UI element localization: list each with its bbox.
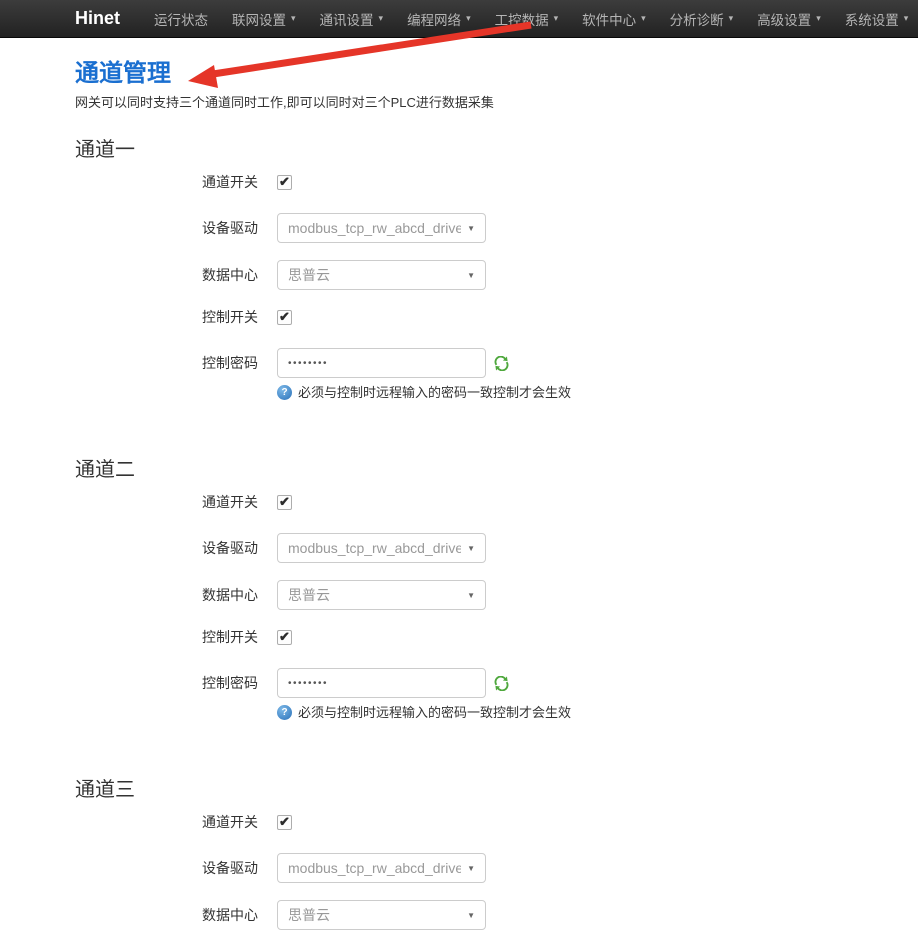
page-title: 通道管理 [75, 60, 918, 88]
channel-switch-label: 通道开关 [75, 812, 277, 832]
channel-switch-label: 通道开关 [75, 492, 277, 512]
device-driver-label: 设备驱动 [75, 218, 277, 238]
control-switch-label: 控制开关 [75, 307, 277, 327]
brand-logo[interactable]: Hinet [75, 8, 120, 29]
control-password-label: 控制密码 [75, 673, 277, 693]
password-help-row: ? 必须与控制时远程输入的密码一致控制才会生效 [277, 384, 918, 401]
data-center-select[interactable]: 思普云 ▼ [277, 900, 486, 930]
top-navbar: Hinet 运行状态 联网设置▾ 通讯设置▾ 编程网络▾ 工控数据▾ 软件中心▾… [0, 0, 918, 38]
chevron-down-icon: ▾ [816, 13, 821, 24]
page-subtitle: 网关可以同时支持三个通道同时工作,即可以同时对三个PLC进行数据采集 [75, 95, 918, 111]
device-driver-select[interactable]: modbus_tcp_rw_abcd_driver ▼ [277, 853, 486, 883]
password-help-text: 必须与控制时远程输入的密码一致控制才会生效 [298, 384, 571, 401]
device-driver-row: 设备驱动 modbus_tcp_rw_abcd_driver ▼ [75, 853, 918, 883]
info-icon: ? [277, 385, 292, 400]
channel-switch-checkbox[interactable] [277, 815, 292, 830]
select-caret-icon: ▼ [467, 864, 475, 873]
control-switch-row: 控制开关 [75, 627, 918, 647]
device-driver-select[interactable]: modbus_tcp_rw_abcd_driver ▼ [277, 213, 486, 243]
data-center-row: 数据中心 思普云 ▼ [75, 580, 918, 610]
select-caret-icon: ▼ [467, 271, 475, 280]
device-driver-label: 设备驱动 [75, 538, 277, 558]
nav-item-software-center[interactable]: 软件中心▾ [570, 9, 658, 29]
nav-item-network-settings[interactable]: 联网设置▾ [220, 9, 308, 29]
select-caret-icon: ▼ [467, 591, 475, 600]
nav-item-system-settings[interactable]: 系统设置▾ [833, 9, 918, 29]
refresh-password-icon[interactable] [494, 356, 509, 371]
nav-item-run-status[interactable]: 运行状态 [142, 9, 220, 29]
control-switch-checkbox[interactable] [277, 310, 292, 325]
control-switch-row: 控制开关 [75, 307, 918, 327]
control-switch-checkbox[interactable] [277, 630, 292, 645]
channel-switch-checkbox[interactable] [277, 495, 292, 510]
channel-two-title: 通道二 [75, 459, 918, 482]
channel-three-title: 通道三 [75, 779, 918, 802]
data-center-label: 数据中心 [75, 905, 277, 925]
channel-switch-row: 通道开关 [75, 492, 918, 512]
select-caret-icon: ▼ [467, 911, 475, 920]
select-caret-icon: ▼ [467, 544, 475, 553]
channel-two-section: 通道二 通道开关 设备驱动 modbus_tcp_rw_abcd_driver … [75, 459, 918, 721]
data-center-select[interactable]: 思普云 ▼ [277, 260, 486, 290]
device-driver-row: 设备驱动 modbus_tcp_rw_abcd_driver ▼ [75, 533, 918, 563]
password-help-text: 必须与控制时远程输入的密码一致控制才会生效 [298, 704, 571, 721]
chevron-down-icon: ▾ [554, 13, 559, 24]
channel-switch-checkbox[interactable] [277, 175, 292, 190]
nav-item-comm-settings[interactable]: 通讯设置▾ [308, 9, 396, 29]
channel-one-title: 通道一 [75, 139, 918, 162]
channel-one-section: 通道一 通道开关 设备驱动 modbus_tcp_rw_abcd_driver … [75, 139, 918, 401]
chevron-down-icon: ▾ [904, 13, 909, 24]
control-password-row: 控制密码 [75, 668, 918, 698]
channel-three-section: 通道三 通道开关 设备驱动 modbus_tcp_rw_abcd_driver … [75, 779, 918, 930]
channel-switch-label: 通道开关 [75, 172, 277, 192]
device-driver-select[interactable]: modbus_tcp_rw_abcd_driver ▼ [277, 533, 486, 563]
data-center-row: 数据中心 思普云 ▼ [75, 260, 918, 290]
chevron-down-icon: ▾ [641, 13, 646, 24]
chevron-down-icon: ▾ [291, 13, 296, 24]
main-content: 通道管理 网关可以同时支持三个通道同时工作,即可以同时对三个PLC进行数据采集 … [0, 38, 918, 930]
password-help-row: ? 必须与控制时远程输入的密码一致控制才会生效 [277, 704, 918, 721]
control-password-input[interactable] [277, 668, 486, 698]
control-password-row: 控制密码 [75, 348, 918, 378]
control-switch-label: 控制开关 [75, 627, 277, 647]
nav-item-programming-network[interactable]: 编程网络▾ [395, 9, 483, 29]
channel-switch-row: 通道开关 [75, 172, 918, 192]
device-driver-label: 设备驱动 [75, 858, 277, 878]
chevron-down-icon: ▾ [379, 13, 384, 24]
device-driver-row: 设备驱动 modbus_tcp_rw_abcd_driver ▼ [75, 213, 918, 243]
refresh-password-icon[interactable] [494, 676, 509, 691]
select-caret-icon: ▼ [467, 224, 475, 233]
channel-switch-row: 通道开关 [75, 812, 918, 832]
chevron-down-icon: ▾ [466, 13, 471, 24]
nav-item-analysis-diagnosis[interactable]: 分析诊断▾ [658, 9, 746, 29]
control-password-input[interactable] [277, 348, 486, 378]
info-icon: ? [277, 705, 292, 720]
data-center-row: 数据中心 思普云 ▼ [75, 900, 918, 930]
nav-item-industrial-data[interactable]: 工控数据▾ [483, 9, 571, 29]
nav-item-advanced-settings[interactable]: 高级设置▾ [745, 9, 833, 29]
data-center-label: 数据中心 [75, 265, 277, 285]
chevron-down-icon: ▾ [729, 13, 734, 24]
control-password-label: 控制密码 [75, 353, 277, 373]
data-center-label: 数据中心 [75, 585, 277, 605]
data-center-select[interactable]: 思普云 ▼ [277, 580, 486, 610]
